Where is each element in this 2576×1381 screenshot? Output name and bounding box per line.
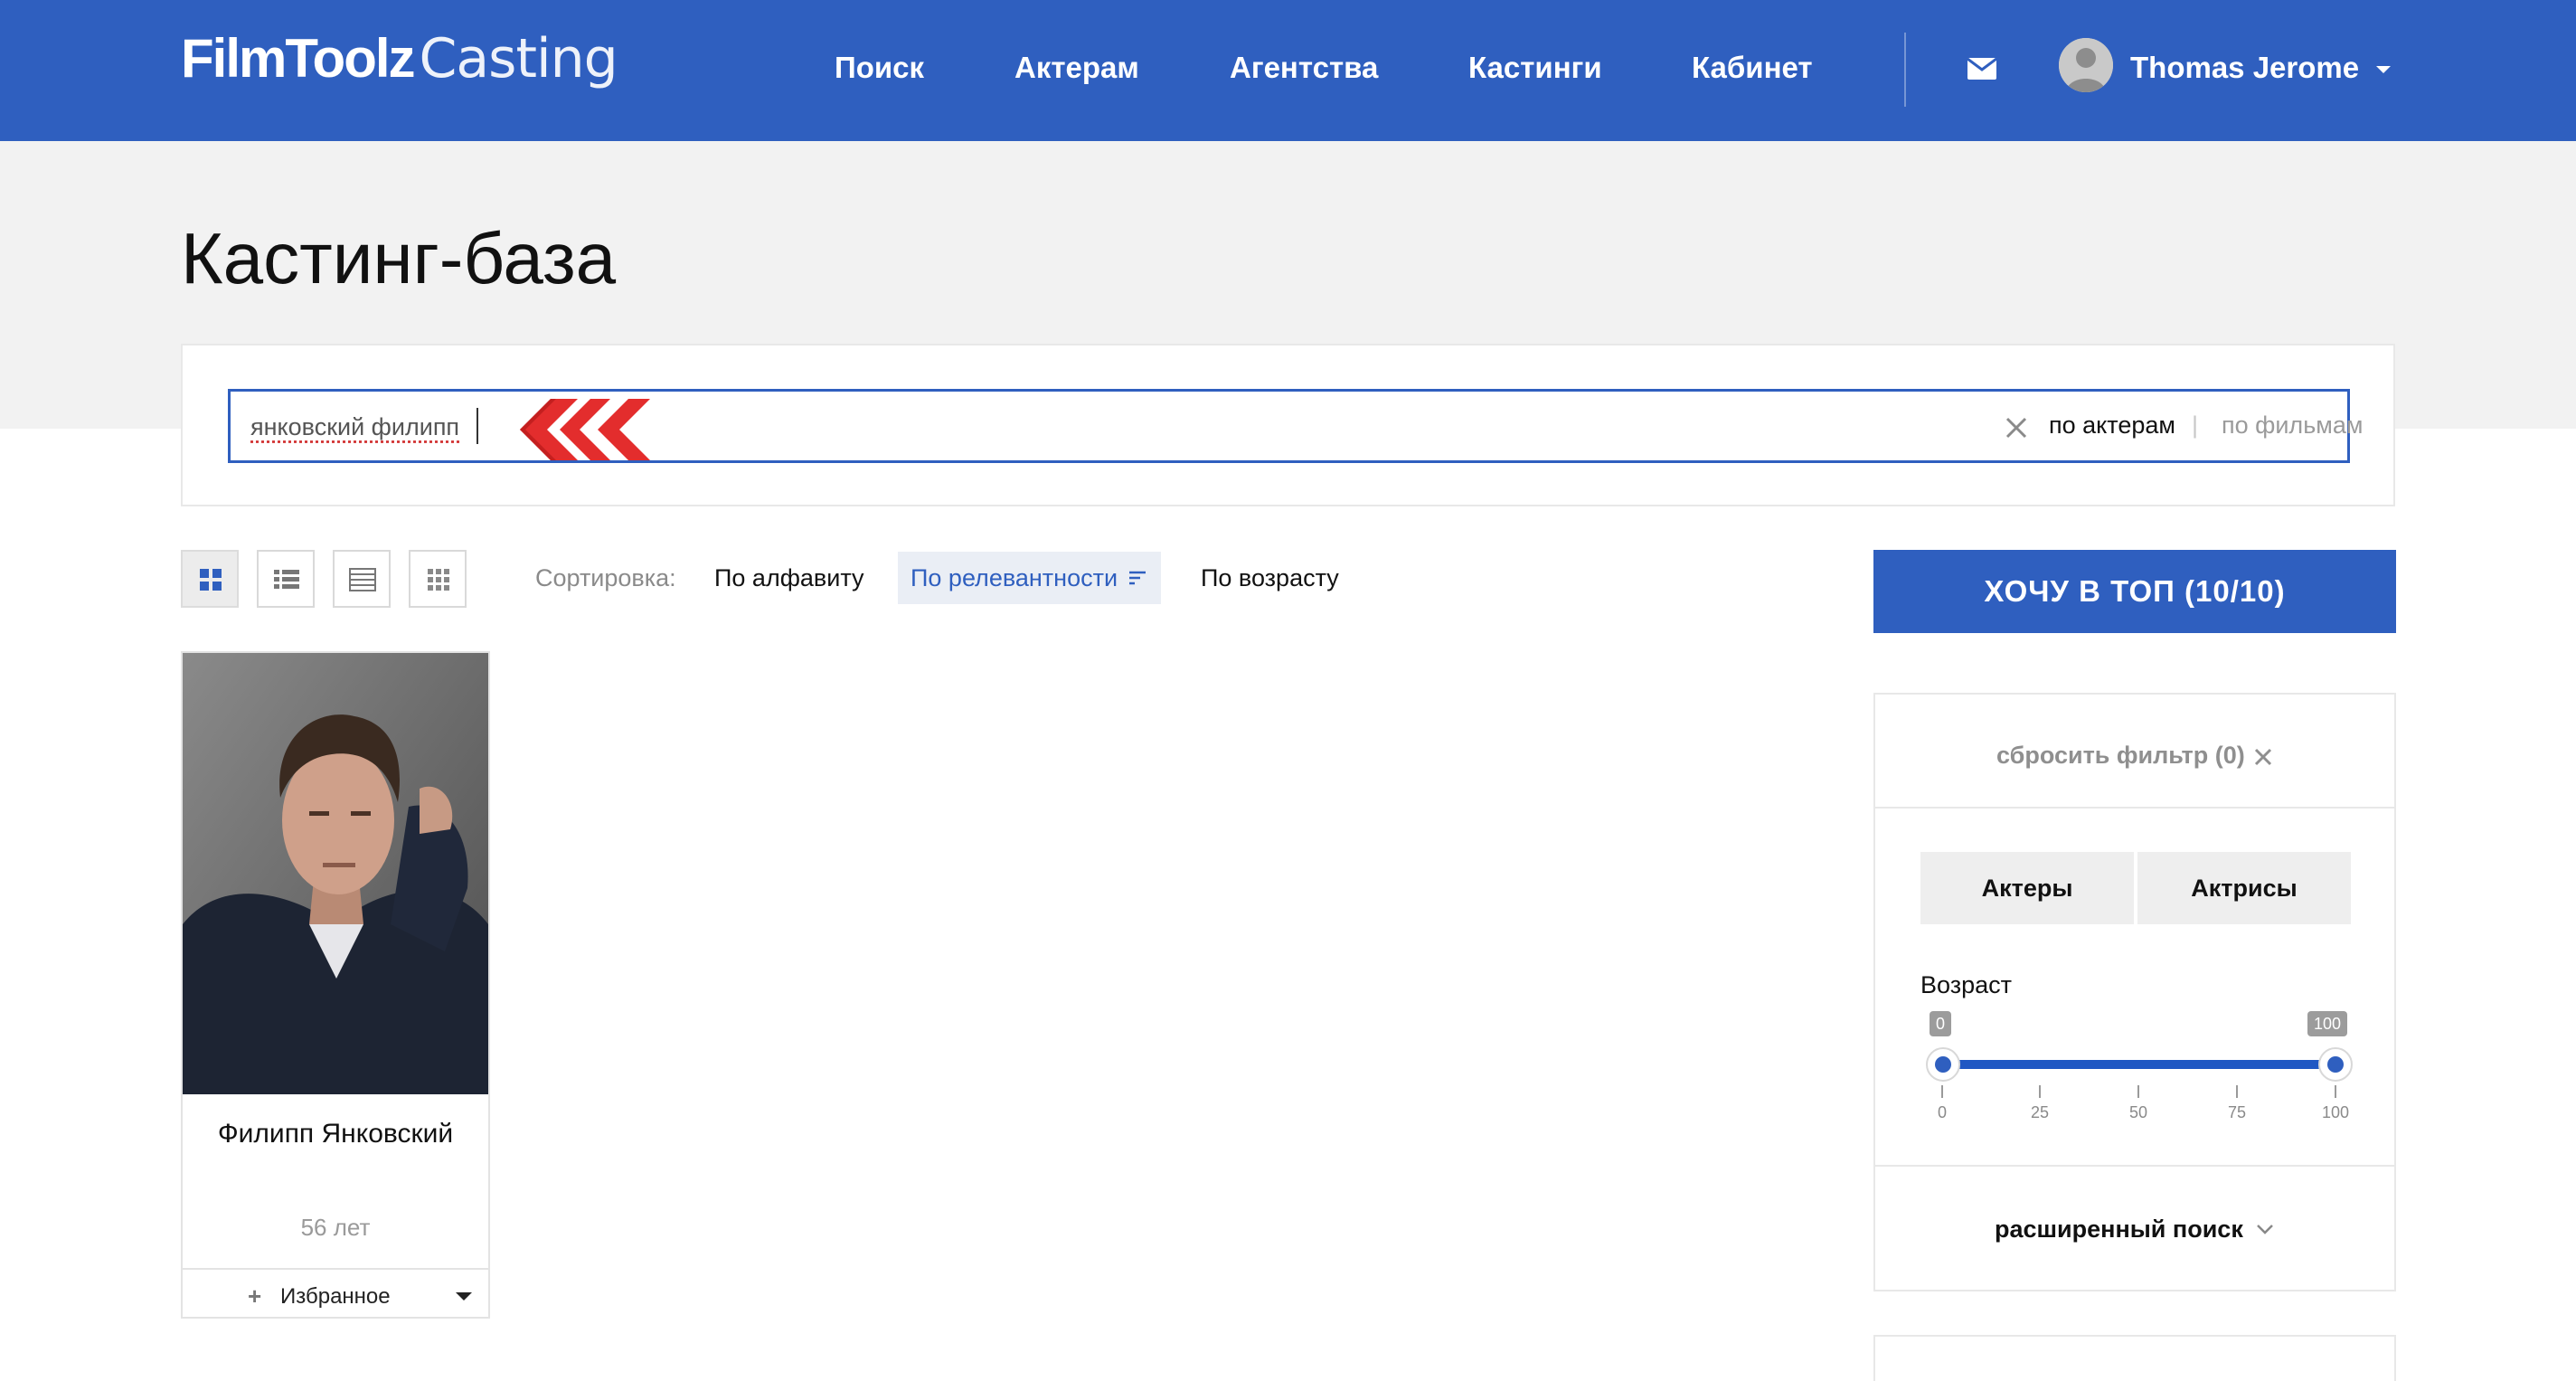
age-slider-track[interactable]: [1942, 1060, 2336, 1069]
age-tick: [2236, 1085, 2238, 1098]
nav-divider: [1904, 33, 1906, 107]
sort-relevance[interactable]: По релевантности: [898, 552, 1162, 604]
age-min-handle[interactable]: [1926, 1047, 1960, 1082]
advanced-search-row[interactable]: расширенный поиск: [1875, 1165, 2394, 1290]
age-tick: [2335, 1085, 2336, 1098]
age-tick-label: 25: [2030, 1103, 2050, 1121]
actor-portrait-image: [183, 653, 488, 1094]
grid-small-icon: [428, 569, 449, 591]
envelope-icon[interactable]: [1967, 58, 1996, 80]
search-card: янковский филипп по актерам | по фильмам: [181, 344, 2395, 506]
favorite-control[interactable]: + Избранное: [183, 1268, 488, 1317]
search-mode-separator: |: [2192, 411, 2199, 439]
page-title: Кастинг-база: [181, 218, 617, 298]
nav-actors[interactable]: Актерам: [1014, 51, 1139, 85]
age-tick-label: 50: [2128, 1103, 2148, 1121]
sort-descending-icon: [1129, 571, 1146, 585]
nav-agencies[interactable]: Агентства: [1230, 51, 1378, 85]
nav-castings[interactable]: Кастинги: [1468, 51, 1602, 85]
view-list-button[interactable]: [257, 550, 315, 608]
view-table-button[interactable]: [333, 550, 391, 608]
logo-wordmark-light: Casting: [419, 27, 618, 90]
top-nav-bar: FilmToolz Casting Поиск Актерам Агентств…: [0, 0, 2576, 141]
nav-search[interactable]: Поиск: [835, 51, 924, 85]
chevron-down-icon[interactable]: [2255, 1219, 2275, 1239]
favorite-dropdown-caret-icon[interactable]: [456, 1292, 472, 1301]
search-mode-films[interactable]: по фильмам: [2222, 411, 2363, 440]
grid-large-icon: [200, 569, 222, 591]
sort-relevance-label: По релевантности: [911, 564, 1118, 591]
close-icon[interactable]: [2253, 747, 2273, 767]
plus-icon: +: [248, 1282, 262, 1310]
close-icon[interactable]: [2005, 416, 2028, 440]
search-mode-actors[interactable]: по актерам: [2049, 411, 2175, 440]
nav-cabinet[interactable]: Кабинет: [1692, 51, 1813, 85]
age-tick-label: 75: [2227, 1103, 2247, 1121]
age-tick: [1941, 1085, 1943, 1098]
logo-wordmark-strong: FilmToolz: [181, 28, 416, 89]
age-min-bubble: 0: [1930, 1011, 1952, 1036]
search-input[interactable]: янковский филипп по актерам | по фильмам: [228, 389, 2363, 463]
age-tick-label: 100: [2321, 1103, 2350, 1121]
age-max-handle[interactable]: [2318, 1047, 2353, 1082]
sort-age[interactable]: По возрасту: [1188, 552, 1352, 604]
age-tick: [2039, 1085, 2041, 1098]
filter-actresses-button[interactable]: Актрисы: [2137, 852, 2351, 924]
actor-name[interactable]: Филипп Янковский: [183, 1116, 488, 1152]
search-input-value[interactable]: янковский филипп: [250, 413, 459, 441]
favorite-button[interactable]: Избранное: [280, 1284, 391, 1310]
table-icon: [349, 568, 376, 591]
chevron-down-icon[interactable]: [2376, 66, 2391, 73]
reset-filter-row: сбросить фильтр (0): [1875, 695, 2394, 809]
view-grid-small-button[interactable]: [409, 550, 467, 608]
avatar[interactable]: [2059, 38, 2113, 92]
user-name[interactable]: Thomas Jerome: [2130, 51, 2359, 85]
age-tick-label: 0: [1937, 1103, 1947, 1121]
age-max-bubble: 100: [2307, 1011, 2348, 1036]
sort-label: Сортировка:: [535, 564, 676, 591]
user-silhouette-icon: [2059, 38, 2113, 92]
view-grid-large-button[interactable]: [181, 550, 239, 608]
filter-actors-button[interactable]: Актеры: [1920, 852, 2134, 924]
actor-card[interactable]: Филипп Янковский 56 лет + Избранное: [181, 651, 490, 1319]
sort-alphabet[interactable]: По алфавиту: [702, 552, 877, 604]
filter-panel: сбросить фильтр (0) Актеры Актрисы Возра…: [1873, 693, 2396, 1291]
list-icon: [274, 570, 299, 589]
actor-age: 56 лет: [300, 1214, 371, 1241]
age-tick: [2137, 1085, 2139, 1098]
advanced-search-toggle[interactable]: расширенный поиск: [1995, 1215, 2243, 1244]
age-filter-label: Возраст: [1920, 971, 2012, 998]
logo[interactable]: FilmToolz Casting: [181, 27, 618, 99]
red-chevrons-marker-icon: [520, 399, 650, 460]
text-caret: [477, 408, 478, 444]
reset-filter-button[interactable]: сбросить фильтр (0): [1996, 742, 2245, 770]
actor-photo[interactable]: [183, 653, 488, 1094]
want-top-button[interactable]: ХОЧУ В ТОП (10/10): [1873, 550, 2396, 633]
next-panel-edge: [1873, 1335, 2396, 1381]
